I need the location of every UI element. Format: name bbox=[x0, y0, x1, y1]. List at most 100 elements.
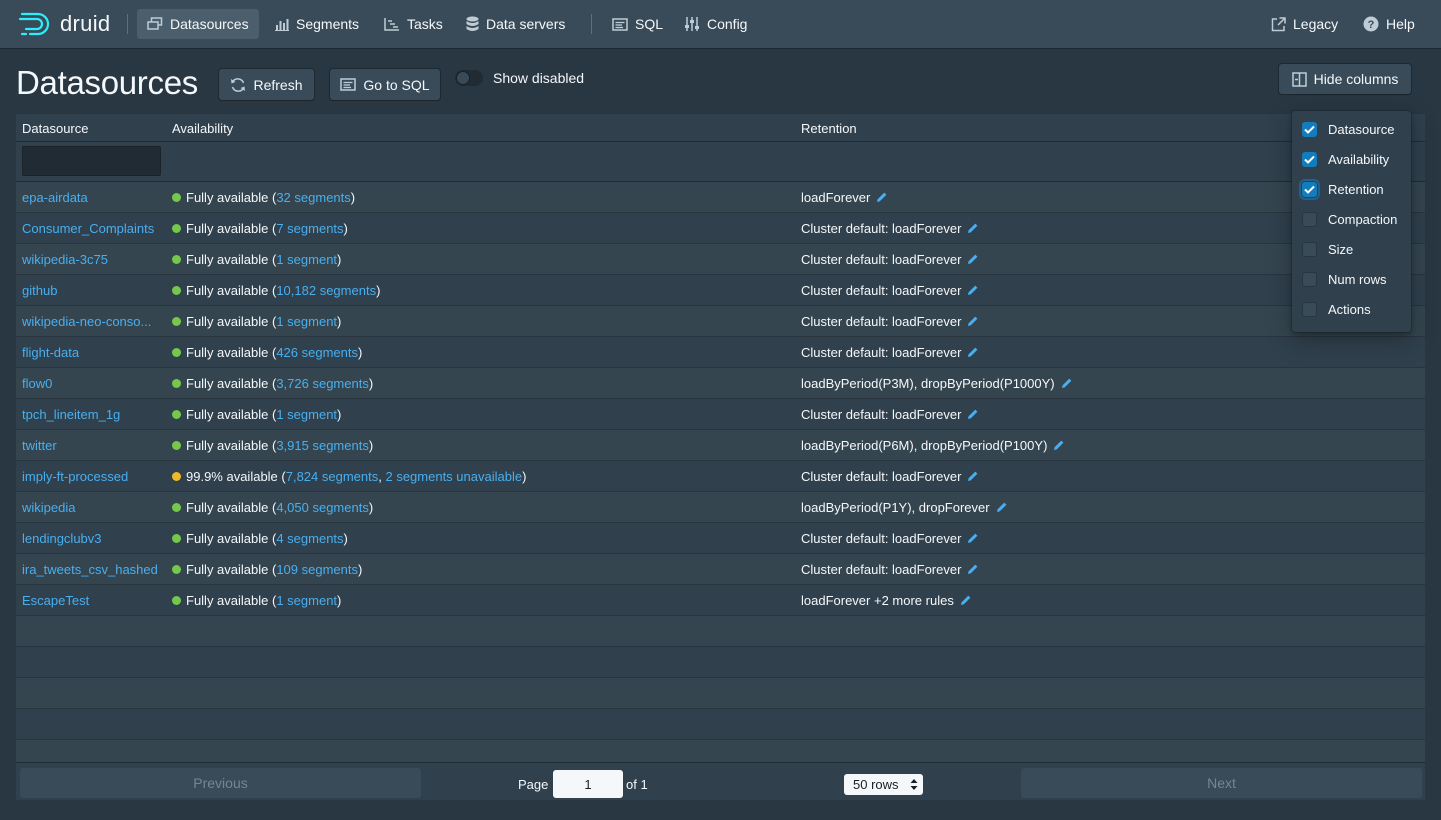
segments-link[interactable]: 426 segments bbox=[276, 345, 358, 360]
datasource-link[interactable]: github bbox=[22, 283, 162, 298]
datasource-link[interactable]: wikipedia-neo-conso... bbox=[22, 314, 162, 329]
datasource-link[interactable]: ira_tweets_csv_hashed bbox=[22, 562, 162, 577]
page-number-input[interactable]: 1 bbox=[553, 770, 623, 798]
external-link-icon bbox=[1271, 16, 1286, 31]
column-toggle-label: Retention bbox=[1328, 181, 1384, 197]
rows-per-page-select[interactable]: 50 rows bbox=[844, 774, 923, 795]
segments-link[interactable]: 3,915 segments bbox=[276, 438, 369, 453]
druid-logo[interactable]: druid bbox=[18, 11, 110, 37]
status-dot bbox=[172, 379, 181, 388]
edit-pencil-icon[interactable] bbox=[967, 222, 979, 234]
segments-link[interactable]: 1 segment bbox=[276, 314, 337, 329]
column-toggle-datasource[interactable]: Datasource bbox=[1302, 119, 1394, 139]
retention-text: loadForever bbox=[801, 190, 871, 205]
edit-pencil-icon[interactable] bbox=[967, 408, 979, 420]
availability-suffix: ) bbox=[337, 407, 342, 422]
nav-data-servers[interactable]: Data servers bbox=[456, 9, 575, 39]
edit-pencil-icon[interactable] bbox=[1053, 439, 1065, 451]
edit-pencil-icon[interactable] bbox=[996, 501, 1008, 513]
availability-suffix: ) bbox=[343, 531, 348, 546]
go-to-sql-button[interactable]: Go to SQL bbox=[330, 69, 440, 100]
go-to-sql-label: Go to SQL bbox=[363, 76, 430, 93]
datasource-filter-input[interactable] bbox=[22, 146, 161, 176]
header-availability[interactable]: Availability bbox=[172, 121, 233, 136]
nav-sql[interactable]: SQL bbox=[602, 9, 673, 39]
edit-pencil-icon[interactable] bbox=[967, 470, 979, 482]
availability-cell: Fully available (109 segments) bbox=[172, 562, 362, 577]
nav-segments[interactable]: Segments bbox=[265, 9, 369, 39]
nav-legacy[interactable]: Legacy bbox=[1261, 9, 1348, 39]
datasource-link[interactable]: lendingclubv3 bbox=[22, 531, 162, 546]
nav-help-label: Help bbox=[1386, 16, 1415, 32]
nav-tasks[interactable]: Tasks bbox=[374, 9, 453, 39]
retention-cell: loadByPeriod(P6M), dropByPeriod(P100Y) bbox=[801, 438, 1065, 453]
datasource-link[interactable]: wikipedia-3c75 bbox=[22, 252, 162, 267]
datasource-link[interactable]: wikipedia bbox=[22, 500, 162, 515]
edit-pencil-icon[interactable] bbox=[1061, 377, 1073, 389]
status-dot bbox=[172, 224, 181, 233]
segments-link[interactable]: 1 segment bbox=[276, 407, 337, 422]
datasource-link[interactable]: imply-ft-processed bbox=[22, 469, 162, 484]
segments-link[interactable]: 7 segments bbox=[276, 221, 343, 236]
edit-pencil-icon[interactable] bbox=[967, 315, 979, 327]
column-toggle-label: Datasource bbox=[1328, 121, 1395, 137]
nav-config[interactable]: Config bbox=[674, 9, 757, 39]
availability-status: 99.9% available ( bbox=[186, 469, 286, 484]
segments-link[interactable]: 109 segments bbox=[276, 562, 358, 577]
segments-link[interactable]: 1 segment bbox=[276, 593, 337, 608]
refresh-button[interactable]: Refresh bbox=[219, 69, 314, 100]
segments-link[interactable]: 4,050 segments bbox=[276, 500, 369, 515]
column-toggle-availability[interactable]: Availability bbox=[1302, 149, 1389, 169]
checkbox[interactable] bbox=[1302, 211, 1317, 227]
checkbox[interactable] bbox=[1302, 301, 1317, 317]
checkbox[interactable] bbox=[1302, 241, 1317, 257]
availability-suffix: ) bbox=[368, 438, 374, 453]
edit-pencil-icon[interactable] bbox=[876, 191, 888, 203]
datasource-link[interactable]: flow0 bbox=[22, 376, 162, 391]
availability-cell: Fully available (4 segments) bbox=[172, 531, 348, 546]
checkbox[interactable] bbox=[1302, 121, 1317, 137]
table-row: imply-ft-processed 99.9% available (7,824… bbox=[16, 461, 1425, 492]
column-toggle-size[interactable]: Size bbox=[1302, 239, 1353, 259]
hide-columns-button[interactable]: Hide columns bbox=[1279, 64, 1411, 94]
column-toggle-actions[interactable]: Actions bbox=[1302, 299, 1371, 319]
druid-logo-icon bbox=[18, 12, 50, 36]
header-datasource[interactable]: Datasource bbox=[22, 121, 88, 136]
checkbox[interactable] bbox=[1299, 178, 1320, 200]
show-disabled-label: Show disabled bbox=[493, 70, 585, 86]
column-toggle-compaction[interactable]: Compaction bbox=[1302, 209, 1397, 229]
edit-pencil-icon[interactable] bbox=[967, 563, 979, 575]
checkbox[interactable] bbox=[1302, 271, 1317, 287]
previous-page-button[interactable]: Previous bbox=[20, 768, 421, 798]
datasource-link[interactable]: tpch_lineitem_1g bbox=[22, 407, 162, 422]
datasource-link[interactable]: twitter bbox=[22, 438, 162, 453]
unavailable-segments-link[interactable]: 2 segments unavailable bbox=[385, 469, 522, 484]
next-page-button[interactable]: Next bbox=[1021, 768, 1422, 798]
status-dot bbox=[172, 255, 181, 264]
edit-pencil-icon[interactable] bbox=[967, 532, 979, 544]
segments-link[interactable]: 32 segments bbox=[276, 190, 350, 205]
nav-help[interactable]: ? Help bbox=[1353, 9, 1425, 39]
header-retention[interactable]: Retention bbox=[801, 121, 857, 136]
segments-link[interactable]: 4 segments bbox=[276, 531, 343, 546]
segments-link[interactable]: 1 segment bbox=[276, 252, 337, 267]
segments-link[interactable]: 10,182 segments bbox=[276, 283, 376, 298]
nav-datasources[interactable]: Datasources bbox=[137, 9, 259, 39]
show-disabled-toggle[interactable] bbox=[455, 70, 483, 86]
edit-pencil-icon[interactable] bbox=[967, 284, 979, 296]
retention-text: Cluster default: loadForever bbox=[801, 531, 962, 546]
edit-pencil-icon[interactable] bbox=[960, 594, 972, 606]
checkbox[interactable] bbox=[1302, 151, 1317, 167]
page-count-label: of 1 bbox=[626, 777, 648, 792]
datasource-link[interactable]: Consumer_Complaints bbox=[22, 221, 162, 236]
edit-pencil-icon[interactable] bbox=[967, 346, 979, 358]
column-toggle-retention[interactable]: Retention bbox=[1299, 178, 1384, 200]
nav-tasks-label: Tasks bbox=[407, 16, 443, 32]
datasource-link[interactable]: flight-data bbox=[22, 345, 162, 360]
segments-link[interactable]: 7,824 segments bbox=[286, 469, 379, 484]
segments-link[interactable]: 3,726 segments bbox=[276, 376, 369, 391]
column-toggle-num-rows[interactable]: Num rows bbox=[1302, 269, 1387, 289]
datasource-link[interactable]: epa-airdata bbox=[22, 190, 162, 205]
edit-pencil-icon[interactable] bbox=[967, 253, 979, 265]
datasource-link[interactable]: EscapeTest bbox=[22, 593, 162, 608]
